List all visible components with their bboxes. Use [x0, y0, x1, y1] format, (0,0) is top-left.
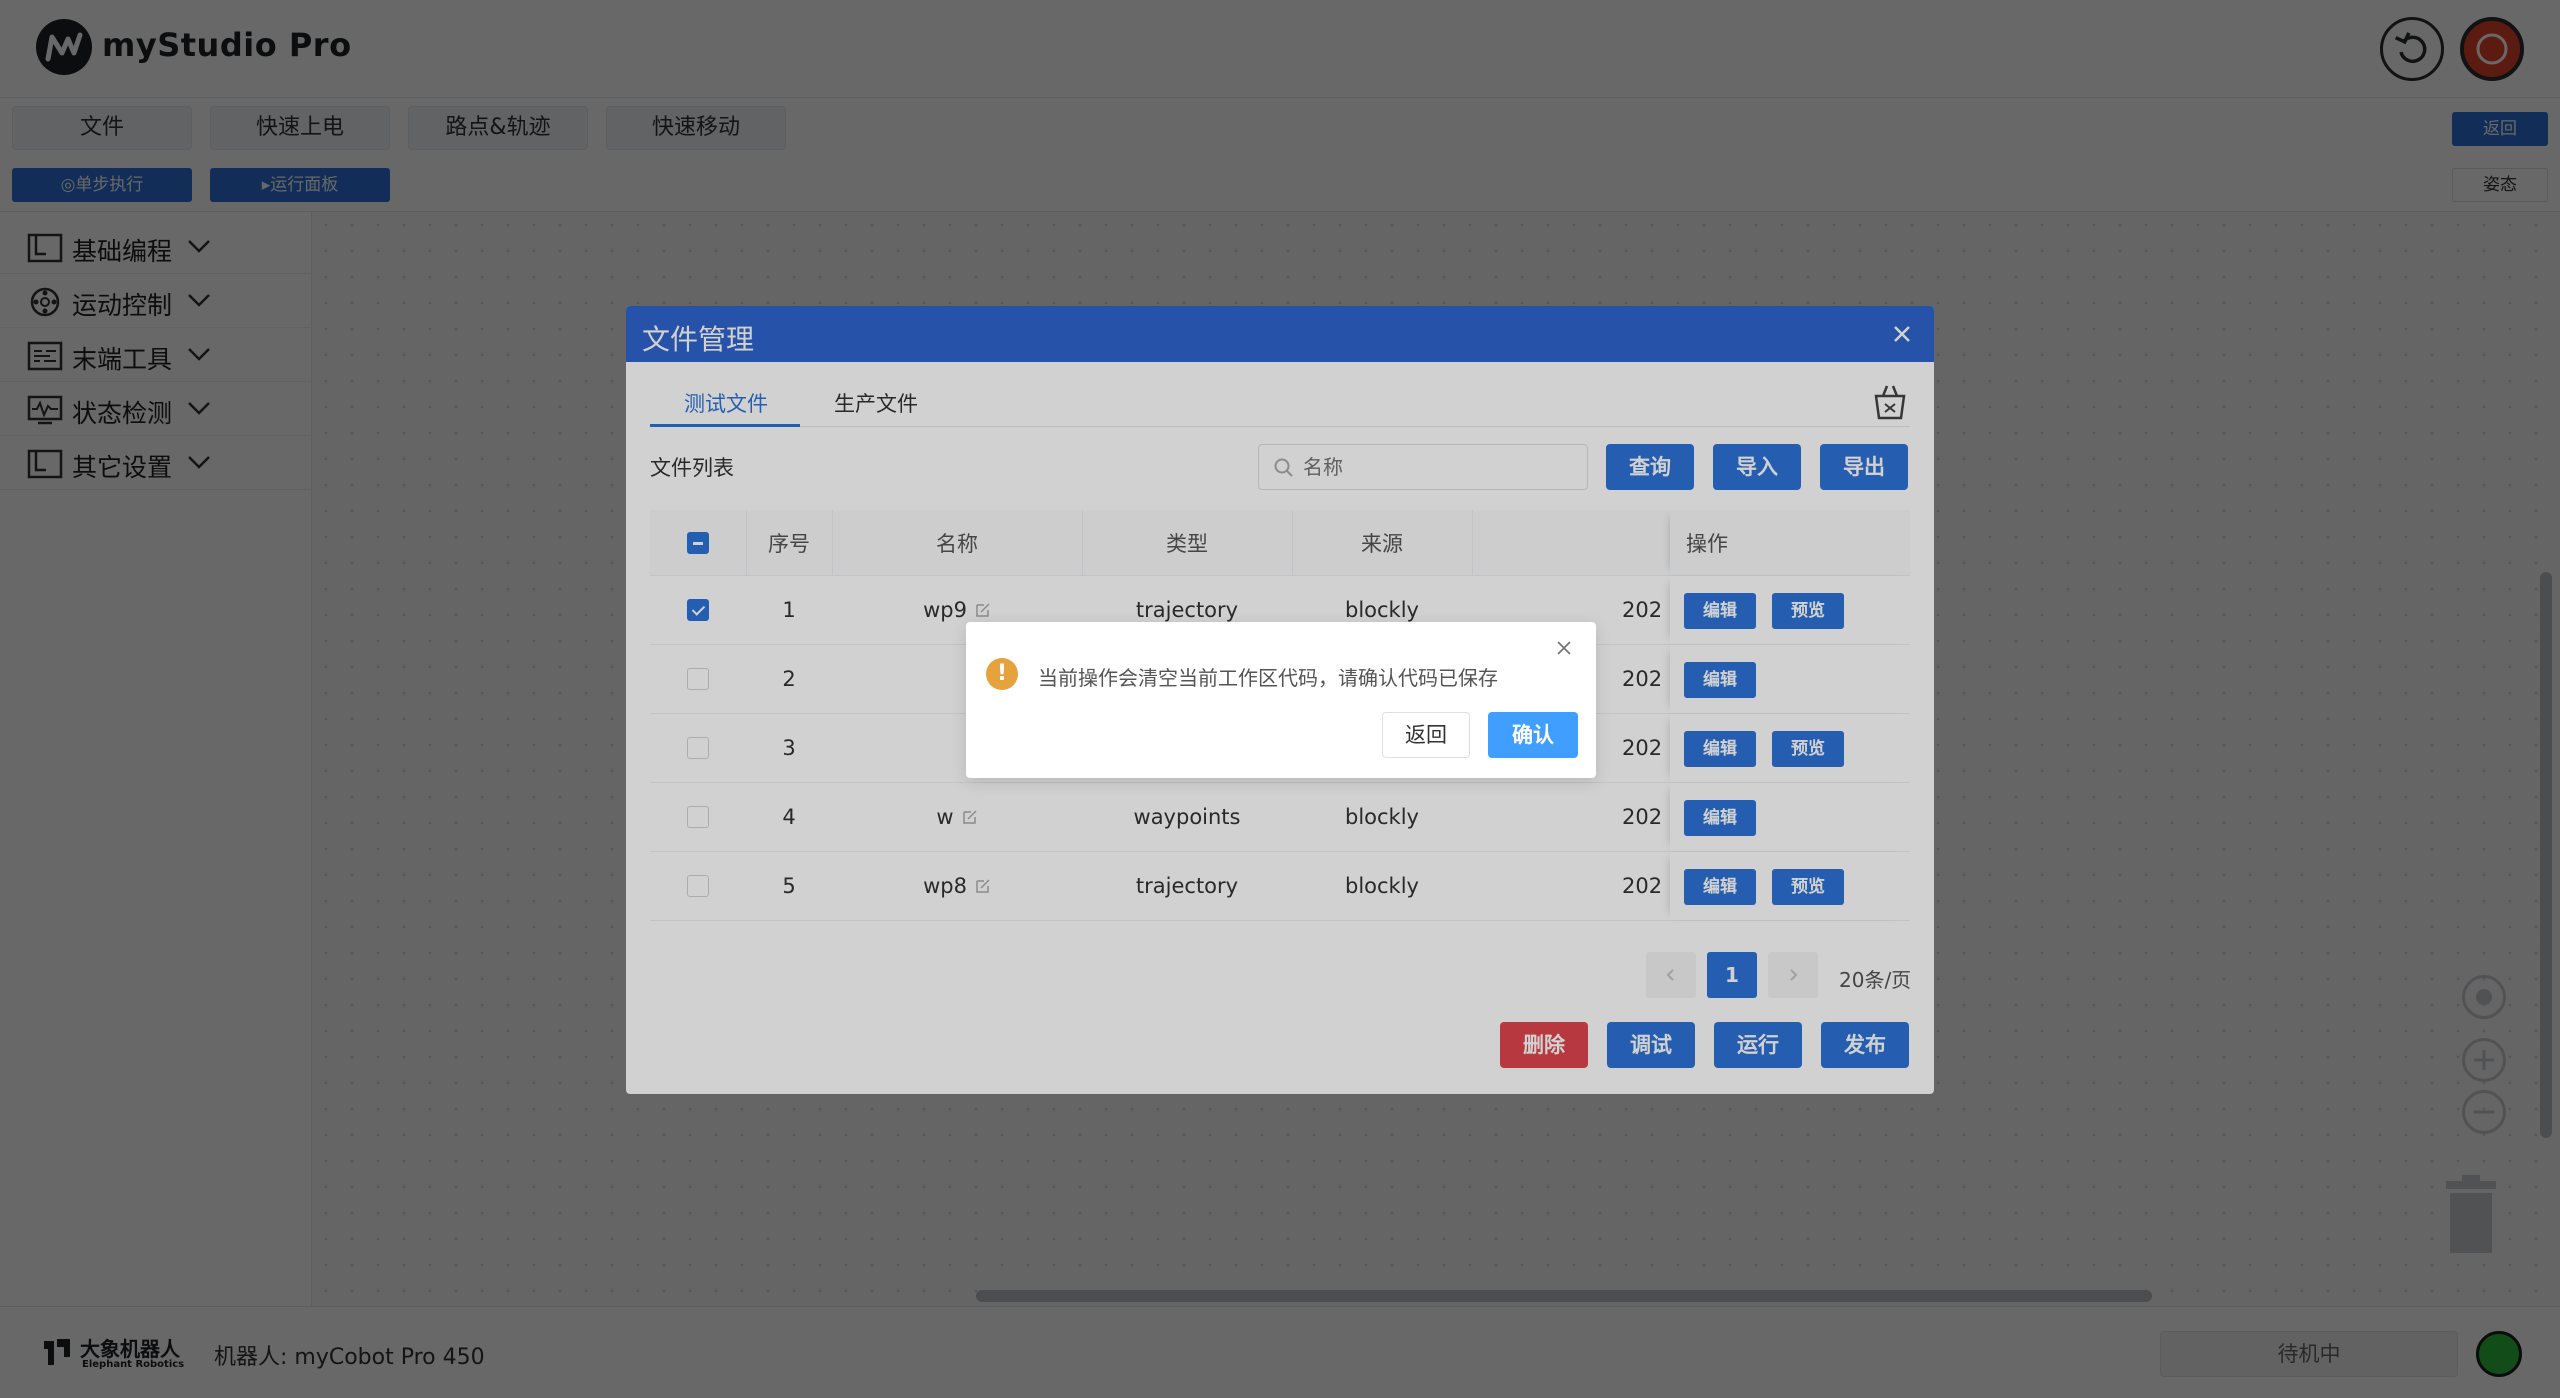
confirm-back-button[interactable]: 返回 — [1382, 712, 1470, 758]
confirm-dialog: ! 当前操作会清空当前工作区代码，请确认代码已保存 返回 确认 — [966, 622, 1596, 778]
confirm-ok-button[interactable]: 确认 — [1488, 712, 1578, 758]
confirm-message: 当前操作会清空当前工作区代码，请确认代码已保存 — [1038, 666, 1498, 690]
close-icon[interactable] — [1554, 638, 1574, 658]
warning-icon: ! — [986, 658, 1018, 690]
